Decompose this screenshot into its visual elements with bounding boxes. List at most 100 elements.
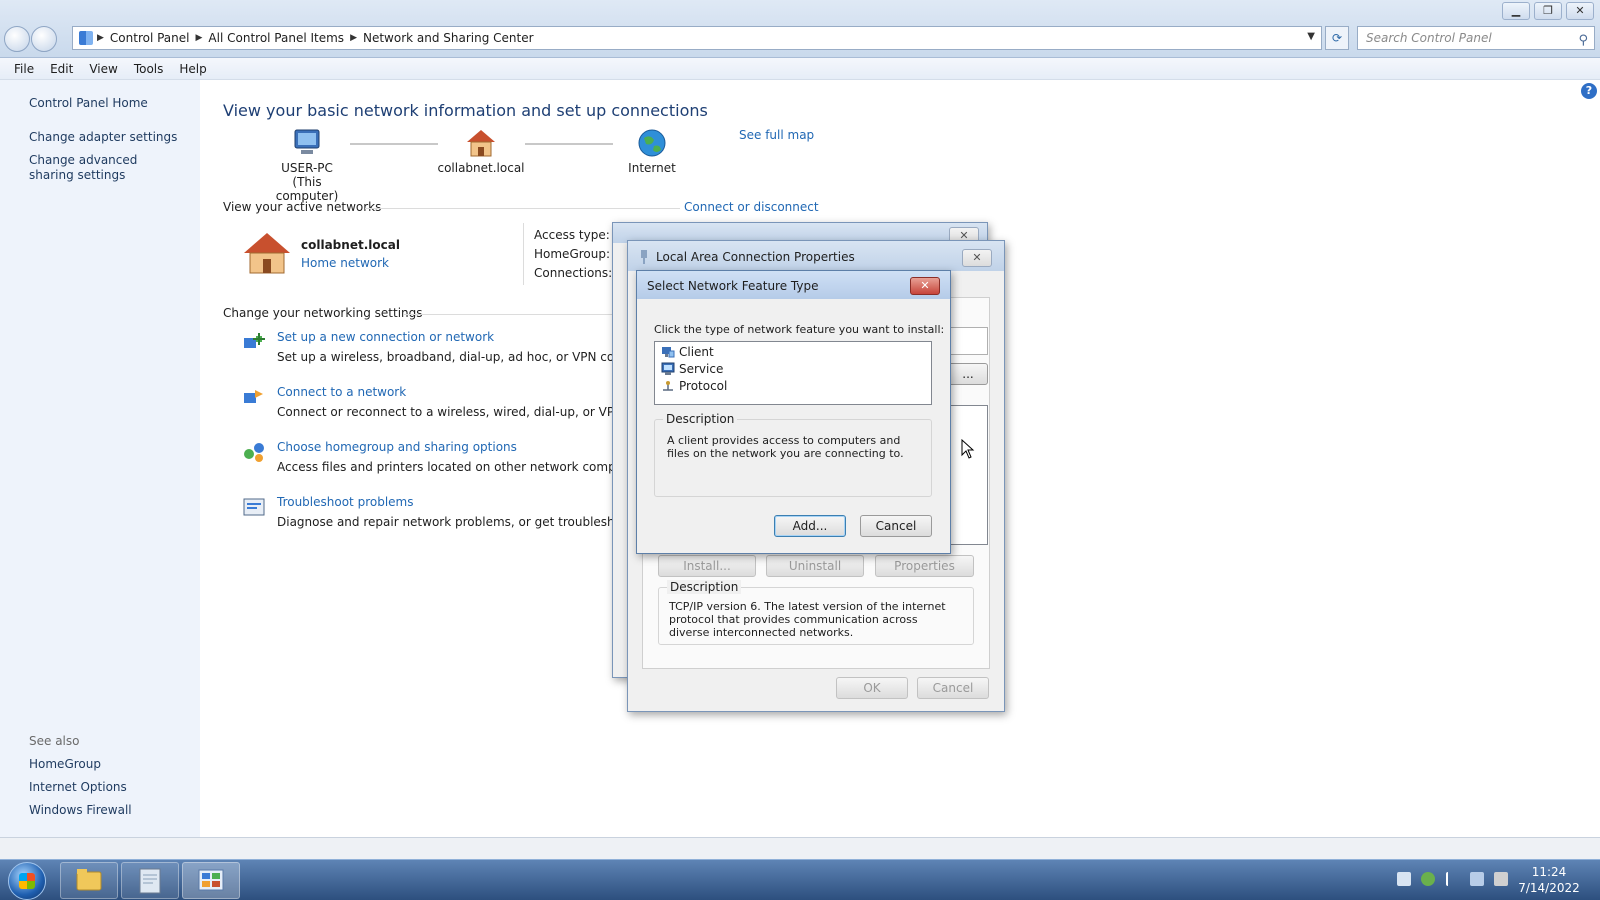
menu-edit[interactable]: Edit xyxy=(50,62,73,76)
change-advanced-sharing-link[interactable]: Change advanced sharing settings xyxy=(29,153,179,183)
network-tray-icon[interactable] xyxy=(1470,872,1484,886)
taskbar-control-panel[interactable] xyxy=(182,862,240,899)
control-panel-home-link[interactable]: Control Panel Home xyxy=(29,96,148,111)
add-button[interactable]: Add... xyxy=(774,515,846,537)
active-networks-header: View your active networks xyxy=(223,200,382,214)
divider xyxy=(365,208,680,209)
menu-help[interactable]: Help xyxy=(179,62,206,76)
menu-tools[interactable]: Tools xyxy=(134,62,164,76)
minimize-button[interactable]: ▁ xyxy=(1502,2,1530,20)
mouse-cursor-icon xyxy=(961,439,975,459)
home-network-icon xyxy=(244,233,290,274)
client-label: Client xyxy=(679,345,714,359)
new-connection-icon xyxy=(244,333,265,348)
cancel-button[interactable]: Cancel xyxy=(917,677,989,699)
setup-connection-desc: Set up a wireless, broadband, dial-up, a… xyxy=(277,350,667,364)
change-settings-header: Change your networking settings xyxy=(223,306,423,320)
breadcrumb-separator[interactable]: ▶ xyxy=(97,33,104,43)
search-icon[interactable]: ⚲ xyxy=(1578,30,1588,52)
breadcrumb-all-items[interactable]: All Control Panel Items xyxy=(208,31,344,45)
breadcrumb-separator[interactable]: ▶ xyxy=(196,33,203,43)
list-item-protocol[interactable]: Protocol xyxy=(661,379,727,393)
dialog-titlebar[interactable]: Select Network Feature Type xyxy=(637,271,950,299)
menu-view[interactable]: View xyxy=(89,62,117,76)
description-text: A client provides access to computers an… xyxy=(667,434,904,460)
address-bar[interactable]: ▶ Control Panel ▶ All Control Panel Item… xyxy=(72,26,1322,50)
troubleshoot-link[interactable]: Troubleshoot problems xyxy=(277,495,413,509)
volume-muted-icon[interactable] xyxy=(1494,872,1508,886)
map-connector xyxy=(525,143,613,145)
map-computer[interactable]: USER-PC (This computer) xyxy=(262,128,352,203)
feature-type-list[interactable]: Client Service Protocol xyxy=(654,341,932,405)
menu-file[interactable]: File xyxy=(14,62,34,76)
select-feature-dialog: Select Network Feature Type ✕ Click the … xyxy=(636,270,951,554)
dialog-title: Local Area Connection Properties xyxy=(656,250,855,264)
components-list[interactable] xyxy=(948,405,988,545)
globe-icon xyxy=(638,129,666,157)
chevron-down-icon[interactable]: ▼ xyxy=(1307,31,1315,42)
action-center-flag-icon[interactable] xyxy=(1446,872,1460,886)
list-item-service[interactable]: Service xyxy=(661,362,723,376)
uninstall-button[interactable]: Uninstall xyxy=(766,555,864,577)
connect-to-network-desc: Connect or reconnect to a wireless, wire… xyxy=(277,405,657,419)
back-button[interactable] xyxy=(4,26,30,52)
list-item-client[interactable]: Client xyxy=(661,345,714,359)
connect-to-network-link[interactable]: Connect to a network xyxy=(277,385,406,399)
map-network[interactable]: collabnet.local xyxy=(436,128,526,175)
tray-security-icon[interactable] xyxy=(1421,872,1435,886)
description-label: Description xyxy=(667,580,742,594)
change-adapter-settings-link[interactable]: Change adapter settings xyxy=(29,130,177,145)
description-label: Description xyxy=(663,412,738,426)
network-type-link[interactable]: Home network xyxy=(301,256,389,270)
breadcrumb-network-sharing[interactable]: Network and Sharing Center xyxy=(363,31,534,45)
clock-time: 11:24 xyxy=(1531,865,1567,879)
dialog-titlebar[interactable]: Local Area Connection Properties xyxy=(628,241,1004,271)
computer-icon xyxy=(294,129,320,154)
taskbar-explorer[interactable] xyxy=(60,862,118,899)
help-icon[interactable]: ? xyxy=(1581,83,1597,99)
refresh-button[interactable]: ⟳ xyxy=(1325,26,1349,50)
description-group: Description A client provides access to … xyxy=(654,412,932,497)
connect-disconnect-link[interactable]: Connect or disconnect xyxy=(684,200,819,214)
homegroup-link[interactable]: HomeGroup xyxy=(29,757,101,772)
restore-button[interactable]: ❐ xyxy=(1534,2,1562,20)
home-network-icon xyxy=(467,130,495,157)
menu-bar: File Edit View Tools Help xyxy=(0,58,1600,80)
cancel-button[interactable]: Cancel xyxy=(860,515,932,537)
properties-button[interactable]: Properties xyxy=(875,555,974,577)
close-icon[interactable]: ✕ xyxy=(910,277,940,295)
search-input[interactable]: Search Control Panel ⚲ xyxy=(1357,26,1595,50)
adapter-field xyxy=(948,327,988,355)
start-button[interactable] xyxy=(8,862,46,900)
explorer-toolbar: ▶ Control Panel ▶ All Control Panel Item… xyxy=(0,0,1600,58)
close-button[interactable]: ✕ xyxy=(1566,2,1594,20)
windows-firewall-link[interactable]: Windows Firewall xyxy=(29,803,132,818)
setup-connection-link[interactable]: Set up a new connection or network xyxy=(277,330,494,344)
see-full-map-link[interactable]: See full map xyxy=(739,128,814,142)
close-icon[interactable]: ✕ xyxy=(962,249,992,267)
breadcrumb-control-panel[interactable]: Control Panel xyxy=(110,31,190,45)
feature-prompt: Click the type of network feature you wa… xyxy=(654,323,945,336)
internet-options-link[interactable]: Internet Options xyxy=(29,780,127,795)
install-button[interactable]: Install... xyxy=(658,555,756,577)
forward-button[interactable] xyxy=(31,26,57,52)
client-icon xyxy=(662,347,675,358)
breadcrumb-separator[interactable]: ▶ xyxy=(350,33,357,43)
connect-network-icon xyxy=(244,390,263,403)
protocol-icon xyxy=(663,381,673,391)
tray-notes-icon[interactable] xyxy=(1397,872,1411,886)
control-panel-icon xyxy=(198,869,224,891)
homegroup-sharing-link[interactable]: Choose homegroup and sharing options xyxy=(277,440,517,454)
map-internet[interactable]: Internet xyxy=(607,128,697,175)
service-label: Service xyxy=(679,362,724,376)
troubleshoot-icon xyxy=(243,498,265,516)
configure-button[interactable]: ... xyxy=(948,363,988,385)
taskbar-clock[interactable]: 11:24 7/14/2022 xyxy=(1514,864,1584,896)
control-panel-icon xyxy=(79,31,93,45)
homegroup-icon xyxy=(244,443,264,462)
computer-subtitle: (This computer) xyxy=(275,175,339,203)
ok-button[interactable]: OK xyxy=(836,677,908,699)
internet-label: Internet xyxy=(628,161,676,175)
search-placeholder: Search Control Panel xyxy=(1366,31,1492,45)
taskbar-app[interactable] xyxy=(121,862,179,899)
